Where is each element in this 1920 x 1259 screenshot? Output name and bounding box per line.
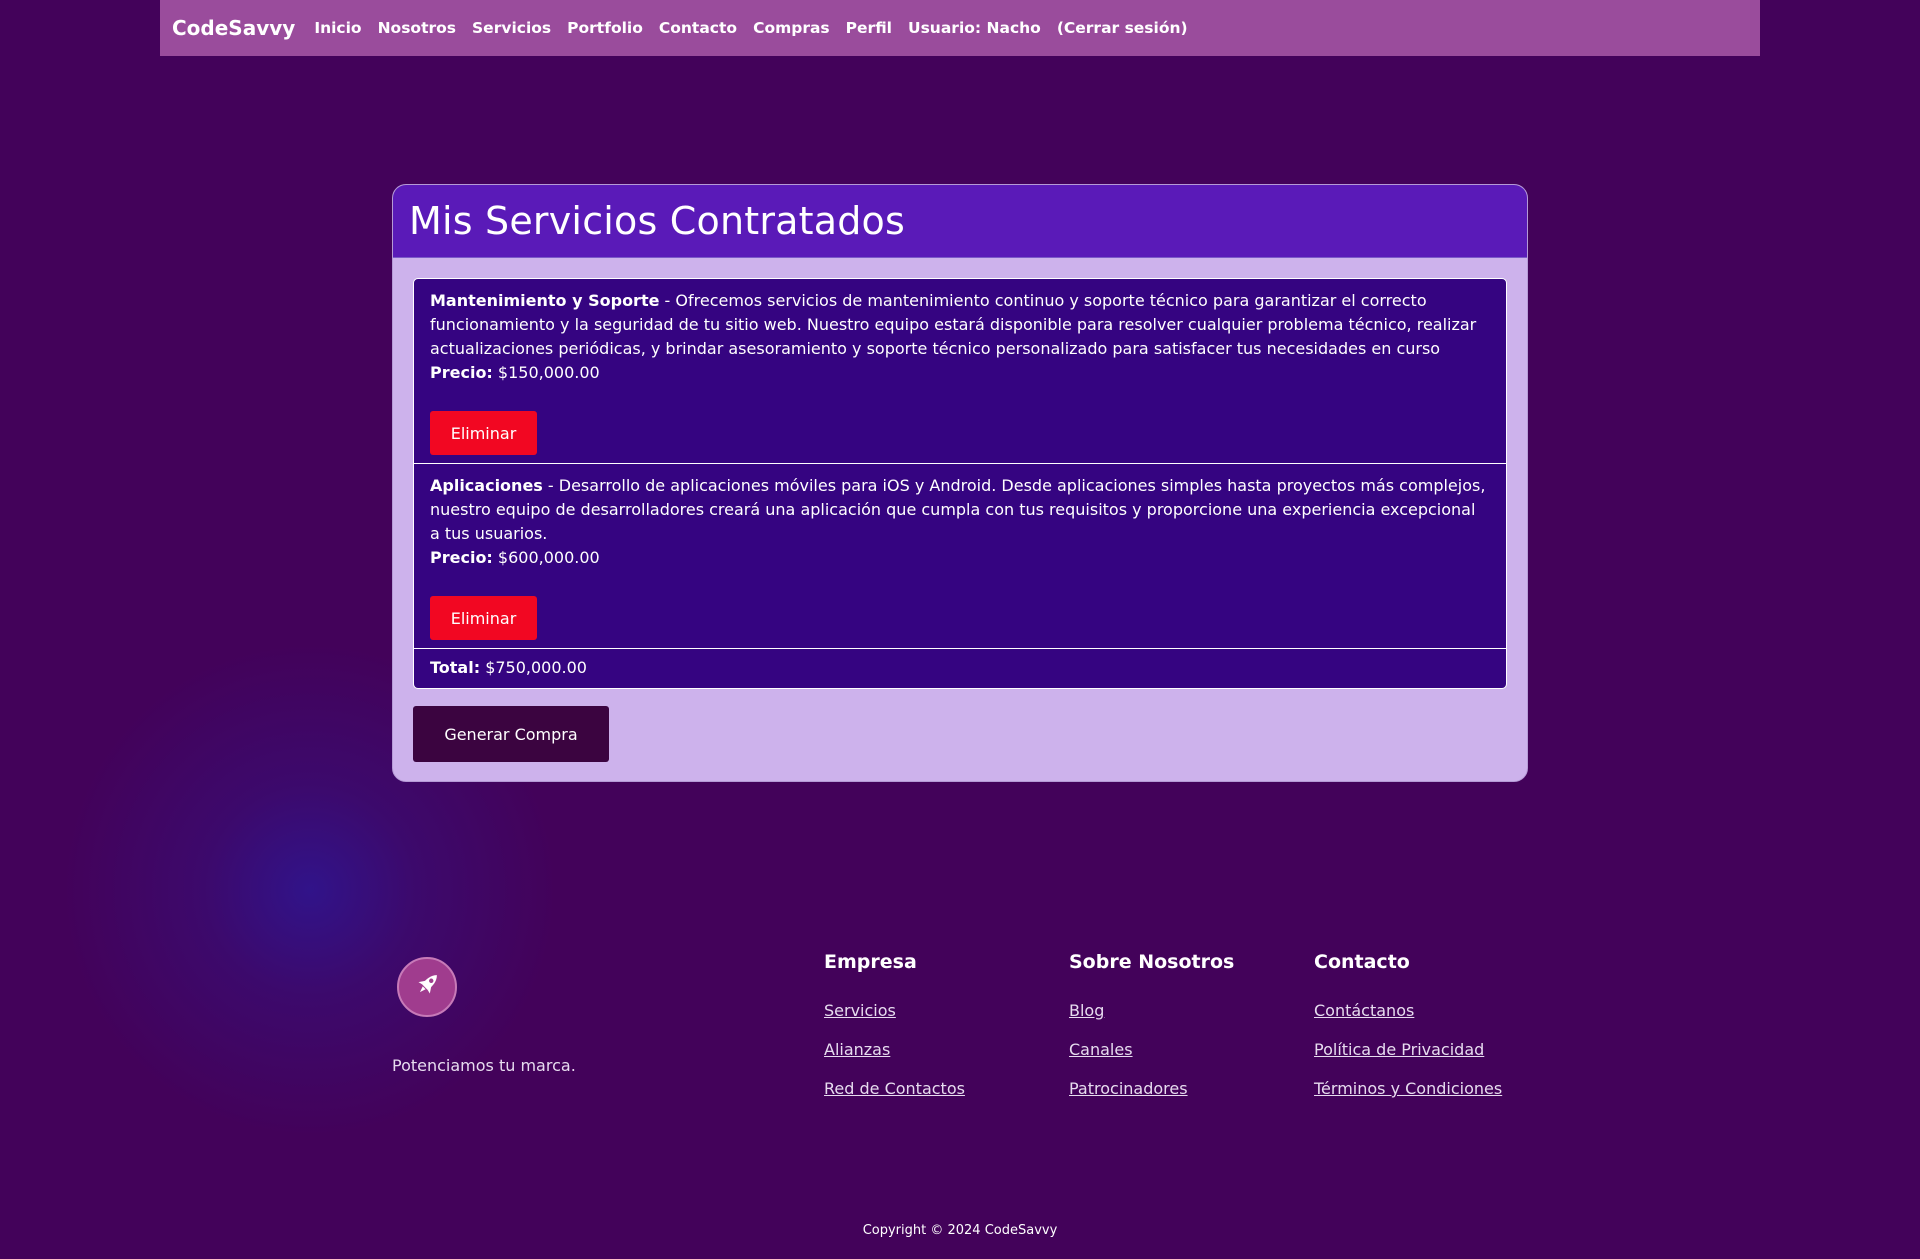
copyright: Copyright © 2024 CodeSavvy <box>862 1223 1058 1238</box>
price-label: Precio: <box>430 363 493 382</box>
delete-button[interactable]: Eliminar <box>430 411 537 455</box>
footer-heading: Contacto <box>1314 951 1410 973</box>
footer-link-servicios[interactable]: Servicios <box>824 1001 965 1020</box>
price-value: $600,000.00 <box>492 548 600 567</box>
brand-logo[interactable]: CodeSavvy <box>172 16 295 40</box>
footer-column-empresa: Empresa Servicios Alianzas Red de Contac… <box>824 951 965 1118</box>
price-value: $150,000.00 <box>492 363 600 382</box>
rocket-icon <box>410 968 444 1006</box>
total-row: Total: $750,000.00 <box>414 649 1506 688</box>
services-list: Mantenimiento y Soporte - Ofrecemos serv… <box>413 278 1507 689</box>
contracted-services-card: Mis Servicios Contratados Mantenimiento … <box>392 184 1528 782</box>
footer-link-patrocinadores[interactable]: Patrocinadores <box>1069 1079 1234 1098</box>
footer-link-terminos[interactable]: Términos y Condiciones <box>1314 1079 1502 1098</box>
price-row: Precio: $600,000.00 <box>430 546 1490 570</box>
footer-link-blog[interactable]: Blog <box>1069 1001 1234 1020</box>
footer-link-contactanos[interactable]: Contáctanos <box>1314 1001 1502 1020</box>
top-navbar: CodeSavvy Inicio Nosotros Servicios Port… <box>160 0 1760 56</box>
footer-tagline: Potenciamos tu marca. <box>392 1056 576 1075</box>
service-name: Aplicaciones <box>430 476 543 495</box>
footer-heading: Sobre Nosotros <box>1069 951 1235 973</box>
footer-link-alianzas[interactable]: Alianzas <box>824 1040 965 1059</box>
nav-link-portfolio[interactable]: Portfolio <box>559 19 651 37</box>
footer: Potenciamos tu marca. Empresa Servicios … <box>0 940 1920 1259</box>
generate-purchase-button[interactable]: Generar Compra <box>413 706 609 762</box>
nav-link-contacto[interactable]: Contacto <box>651 19 745 37</box>
footer-column-contacto: Contacto Contáctanos Política de Privaci… <box>1314 951 1502 1118</box>
footer-link-privacidad[interactable]: Política de Privacidad <box>1314 1040 1502 1059</box>
page-title: Mis Servicios Contratados <box>409 199 905 243</box>
footer-link-canales[interactable]: Canales <box>1069 1040 1234 1059</box>
service-name: Mantenimiento y Soporte <box>430 291 660 310</box>
nav-link-nosotros[interactable]: Nosotros <box>370 19 464 37</box>
delete-button[interactable]: Eliminar <box>430 596 537 640</box>
footer-heading: Empresa <box>824 951 917 973</box>
footer-link-red-contactos[interactable]: Red de Contactos <box>824 1079 965 1098</box>
list-item: Mantenimiento y Soporte - Ofrecemos serv… <box>414 279 1506 464</box>
nav-link-perfil[interactable]: Perfil <box>838 19 900 37</box>
service-description: - Desarrollo de aplicaciones móviles par… <box>430 476 1486 543</box>
footer-column-sobre-nosotros: Sobre Nosotros Blog Canales Patrocinador… <box>1069 951 1234 1118</box>
nav-links: Inicio Nosotros Servicios Portfolio Cont… <box>306 19 1195 37</box>
price-label: Precio: <box>430 548 493 567</box>
nav-logout-link[interactable]: (Cerrar sesión) <box>1049 19 1196 37</box>
nav-user-name[interactable]: Usuario: Nacho <box>900 19 1049 37</box>
price-row: Precio: $150,000.00 <box>430 361 1490 385</box>
nav-link-compras[interactable]: Compras <box>745 19 838 37</box>
nav-link-inicio[interactable]: Inicio <box>306 19 369 37</box>
service-description-block: Mantenimiento y Soporte - Ofrecemos serv… <box>430 289 1490 361</box>
total-value: $750,000.00 <box>480 658 587 677</box>
service-description-block: Aplicaciones - Desarrollo de aplicacione… <box>430 474 1490 546</box>
footer-logo[interactable] <box>397 957 457 1017</box>
list-item: Aplicaciones - Desarrollo de aplicacione… <box>414 464 1506 649</box>
card-header: Mis Servicios Contratados <box>393 185 1527 258</box>
total-label: Total: <box>430 658 481 677</box>
nav-link-servicios[interactable]: Servicios <box>464 19 559 37</box>
